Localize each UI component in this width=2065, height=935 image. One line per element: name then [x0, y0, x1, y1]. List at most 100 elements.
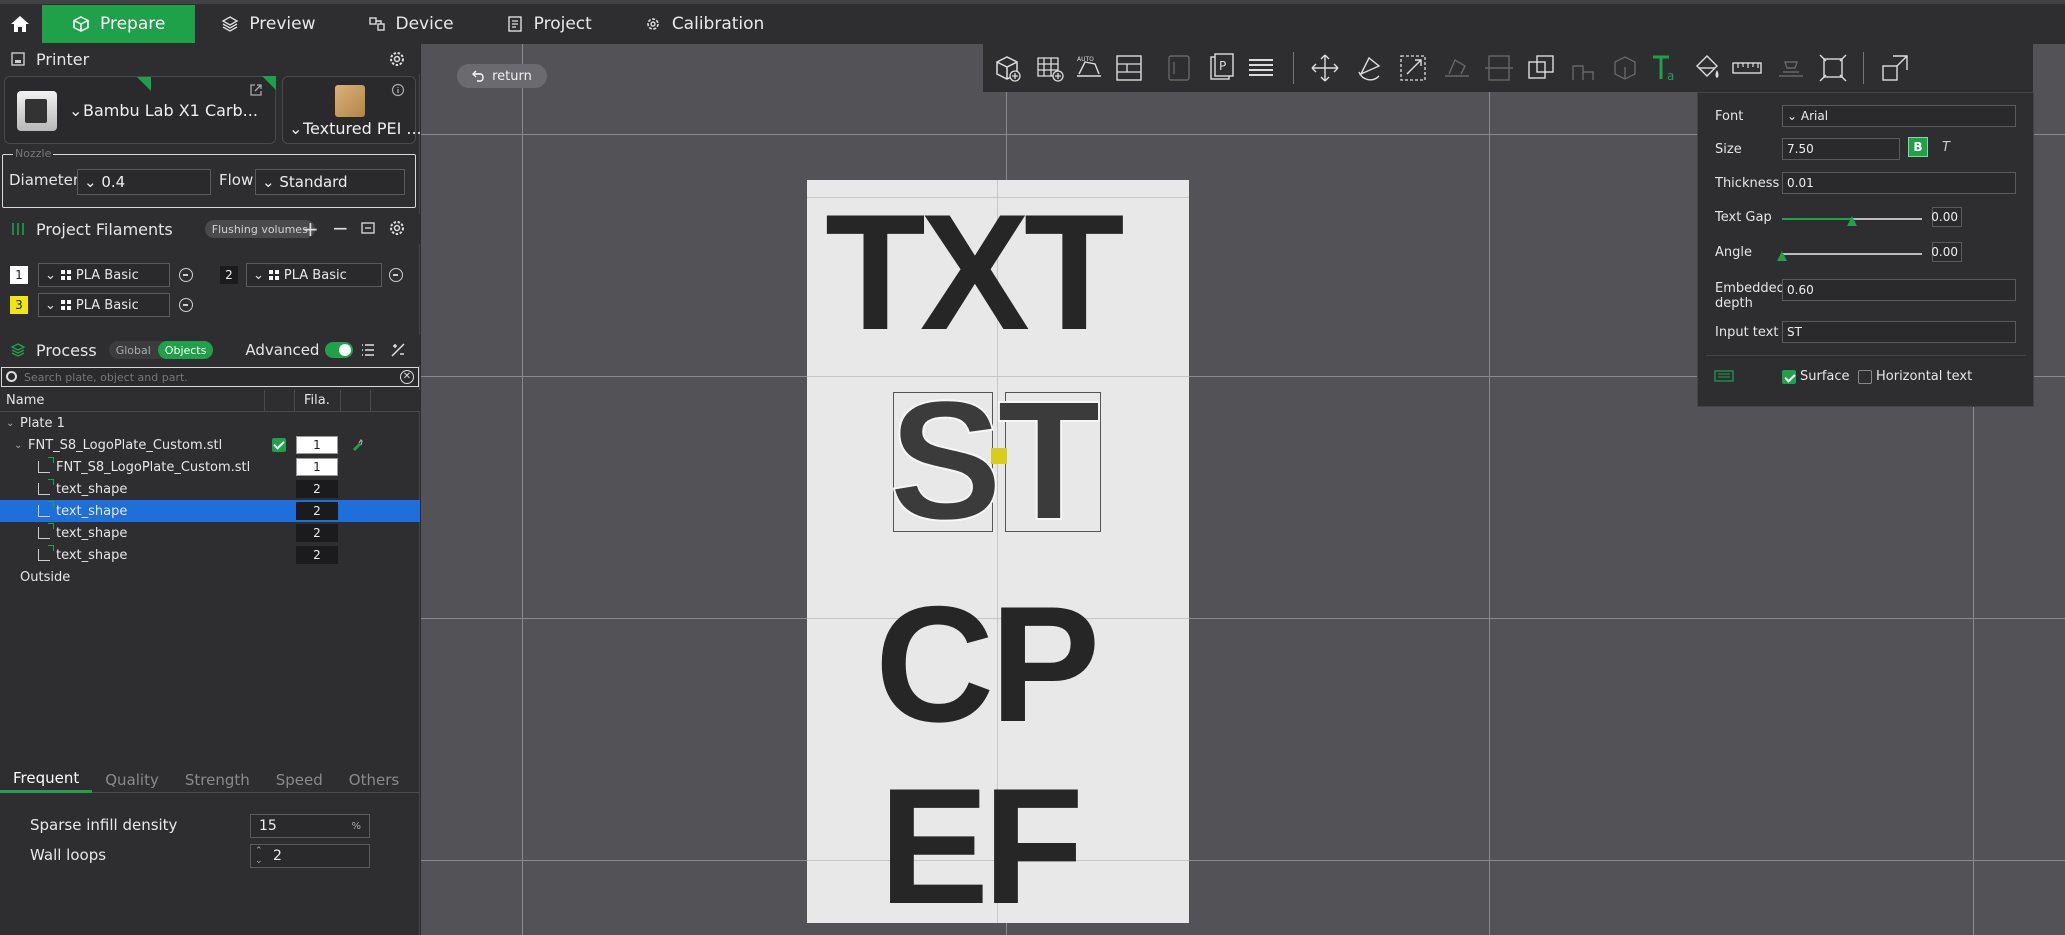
support-paint-icon[interactable] [1567, 52, 1599, 84]
wall-loops-stepper[interactable]: ⌃ ⌄ 2 [250, 844, 370, 868]
seam-paint-icon[interactable] [1609, 52, 1641, 84]
filament-assign-box[interactable]: 2 [296, 546, 338, 564]
input-text-field[interactable]: ST [1782, 321, 2016, 343]
column-header-fila[interactable]: Fila. [304, 393, 330, 408]
gizmo-handle[interactable] [991, 448, 1007, 464]
filament-assign-box[interactable]: 2 [296, 524, 338, 542]
color-paint-icon[interactable] [1691, 52, 1723, 84]
keyboard-icon[interactable] [1714, 369, 1734, 383]
tab-speed[interactable]: Speed [263, 767, 336, 793]
filament-number-2[interactable]: 2 [220, 266, 238, 284]
text-shape-cp[interactable]: CP [875, 582, 1100, 747]
arrange-icon[interactable] [1113, 52, 1145, 84]
bold-toggle-button[interactable]: B [1908, 137, 1928, 157]
boolean-icon[interactable] [1525, 52, 1557, 84]
filament-number-1[interactable]: 1 [10, 266, 28, 284]
compare-settings-icon[interactable] [390, 342, 406, 358]
assembly-icon[interactable] [1817, 52, 1849, 84]
tab-quality[interactable]: Quality [92, 767, 172, 793]
expand-chevron-icon[interactable]: ⌄ [6, 418, 14, 429]
remove-filament-2-icon[interactable] [389, 268, 403, 282]
expand-chevron-icon[interactable]: ⌄ [14, 440, 22, 451]
text-shape-ef[interactable]: EF [879, 764, 1084, 929]
horizontal-text-checkbox[interactable] [1858, 370, 1872, 384]
add-object-icon[interactable] [991, 52, 1023, 84]
advanced-toggle[interactable] [325, 342, 354, 358]
tab-prepare[interactable]: Prepare [42, 5, 196, 43]
tab-preview[interactable]: Preview [195, 5, 341, 43]
rotate-icon[interactable] [1353, 52, 1385, 84]
text-shape-txt[interactable]: TXT [825, 190, 1125, 355]
text-shape-s[interactable]: S [888, 375, 1003, 547]
filament-select-2[interactable]: ⌄ PLA Basic [246, 263, 382, 287]
add-plate-icon[interactable] [1033, 52, 1065, 84]
filament-settings-gear-icon[interactable] [388, 219, 406, 237]
filament-assign-box[interactable]: 1 [296, 458, 338, 476]
text-tool-icon[interactable]: a [1649, 52, 1681, 84]
lay-on-face-icon[interactable] [1441, 52, 1473, 84]
tab-others[interactable]: Others [336, 767, 412, 793]
tab-strength[interactable]: Strength [172, 767, 263, 793]
clear-search-icon[interactable]: ✕ [400, 370, 414, 384]
filament-assign-box[interactable]: 2 [296, 502, 338, 520]
object-search-bar[interactable]: Search plate, object and part. ✕ [1, 367, 419, 387]
split-objects-icon[interactable] [1163, 52, 1195, 84]
filament-select-3[interactable]: ⌄ PLA Basic [38, 293, 170, 317]
info-icon[interactable] [391, 83, 405, 97]
italic-toggle-button[interactable]: T [1936, 137, 1956, 157]
home-button[interactable] [0, 4, 40, 44]
sparse-infill-input[interactable]: 15 % [250, 814, 370, 838]
tree-row-outside[interactable]: Outside [0, 566, 420, 588]
measure-icon[interactable] [1731, 52, 1763, 84]
tab-calibration[interactable]: Calibration [618, 5, 791, 43]
size-input[interactable]: 7.50 [1782, 138, 1900, 160]
filament-number-3[interactable]: 3 [10, 296, 28, 314]
tab-device[interactable]: Device [342, 5, 480, 43]
layers-menu-icon[interactable] [1245, 52, 1277, 84]
tree-row-text-shape[interactable]: text_shape 2 [0, 478, 420, 500]
remove-filament-3-icon[interactable] [179, 298, 193, 312]
remove-filament-1-icon[interactable] [179, 268, 193, 282]
slider-knob[interactable] [1777, 251, 1787, 261]
flow-select[interactable]: ⌄ Standard [255, 169, 405, 195]
cut-icon[interactable] [1483, 52, 1515, 84]
slider-knob[interactable] [1847, 216, 1857, 226]
process-scope-toggle[interactable]: Global Objects [108, 341, 214, 359]
printer-settings-gear-icon[interactable] [388, 50, 406, 68]
font-select[interactable]: ⌄ Arial [1782, 105, 2016, 127]
filament-sync-icon[interactable] [360, 220, 376, 236]
filament-select-1[interactable]: ⌄ PLA Basic [38, 263, 170, 287]
list-view-icon[interactable] [360, 342, 376, 358]
logo-plate[interactable]: TXT S T CP EF [807, 180, 1189, 929]
column-header-name[interactable]: Name [6, 393, 44, 408]
tab-project[interactable]: Project [480, 5, 618, 43]
fuzzy-skin-icon[interactable] [1775, 52, 1807, 84]
plate-type-card[interactable]: ⌄ Textured PEI ... [137, 76, 422, 144]
surface-checkbox[interactable] [1782, 370, 1796, 384]
plate-p-icon[interactable]: P [1205, 52, 1237, 84]
scale-icon[interactable] [1397, 52, 1429, 84]
angle-slider[interactable] [1777, 251, 1922, 261]
tree-row-part[interactable]: FNT_S8_LogoPlate_Custom.stl 1 [0, 456, 420, 478]
object-visible-checkbox[interactable] [272, 438, 286, 452]
add-filament-icon[interactable]: + [302, 217, 319, 241]
assembly-view-icon[interactable] [1879, 52, 1911, 84]
global-scope-option[interactable]: Global [109, 341, 158, 359]
diameter-select[interactable]: ⌄ 0.4 [77, 169, 211, 195]
stepper-arrows-icon[interactable]: ⌃ ⌄ [255, 846, 263, 866]
search-input[interactable]: Search plate, object and part. [24, 371, 188, 384]
thickness-input[interactable]: 0.01 [1782, 172, 2016, 194]
tree-row-text-shape-selected[interactable]: text_shape 2 [0, 500, 420, 522]
angle-input[interactable]: 0.00 [1931, 242, 1962, 262]
paint-icon[interactable] [350, 438, 364, 452]
return-button[interactable]: return [457, 64, 547, 88]
filament-assign-box[interactable]: 1 [296, 436, 338, 454]
auto-orient-icon[interactable]: AUTO [1073, 52, 1105, 84]
text-gap-slider[interactable] [1782, 216, 1922, 226]
tree-row-plate[interactable]: ⌄ Plate 1 [0, 412, 420, 434]
text-gap-input[interactable]: 0.00 [1931, 207, 1962, 227]
tree-row-text-shape[interactable]: text_shape 2 [0, 522, 420, 544]
objects-scope-option[interactable]: Objects [157, 341, 214, 359]
tree-row-object[interactable]: ⌄ FNT_S8_LogoPlate_Custom.stl 1 [0, 434, 420, 456]
edit-external-icon[interactable] [249, 83, 263, 97]
